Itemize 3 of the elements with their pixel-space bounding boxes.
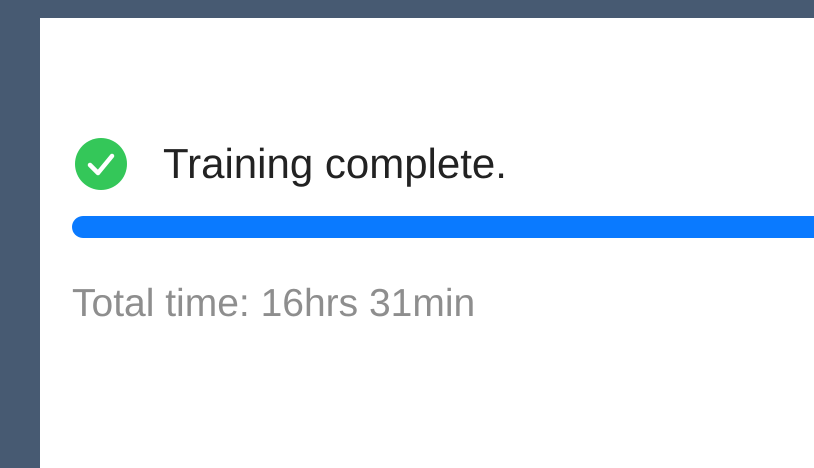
status-message: Training complete.	[163, 140, 507, 188]
total-time: Total time: 16hrs 31min	[72, 282, 476, 326]
check-icon	[75, 138, 127, 190]
